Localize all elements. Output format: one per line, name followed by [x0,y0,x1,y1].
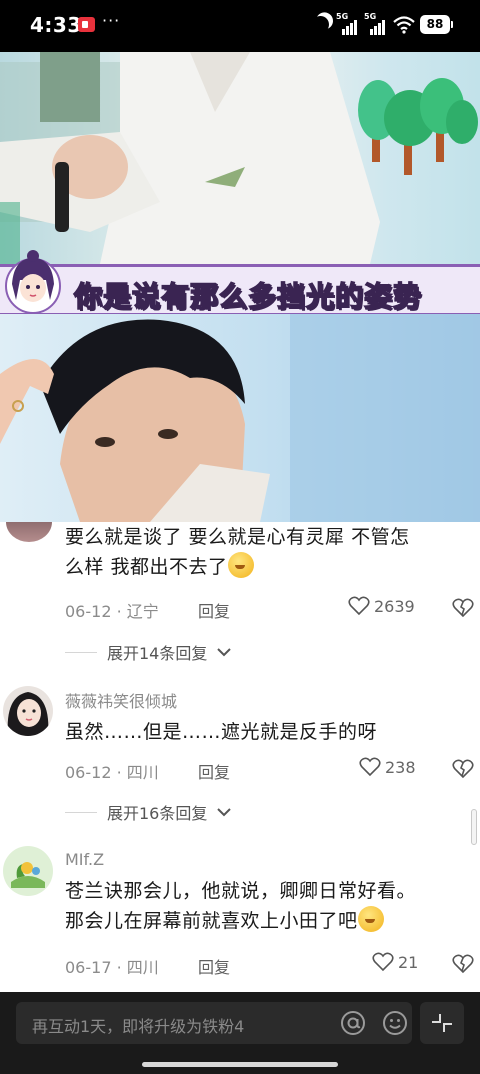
expand-replies-label: 展开16条回复 [107,804,208,823]
cartoon-girl-sticker [5,250,61,314]
broken-heart-icon[interactable] [452,758,474,780]
status-time: 4:33 [30,13,82,37]
video-player[interactable]: 你是说有那么多挡光的姿势 [0,52,480,522]
comment-location: 辽宁 [126,602,159,621]
comment-meta: 06-17 · 四川 [65,958,159,977]
divider [65,651,97,653]
comment-line-with-emoji: 么样 我都出不去了 [65,552,410,582]
comment-line: 虽然……但是……遮光就是反手的呀 [65,721,378,743]
broken-heart-icon[interactable] [452,953,474,975]
comment-line: 那会儿在屏幕前就喜欢上小田了吧 [65,910,358,932]
reply-button[interactable]: 回复 [198,598,230,622]
signal-label: 5G [364,12,377,21]
comment-line: 么样 我都出不去了 [65,556,228,578]
like-count: 2639 [374,596,415,616]
commenter-name[interactable]: 薇薇祎笑很倾城 [65,688,177,712]
comments-panel: 要么就是谈了 要么就是心有灵犀 不管怎 么样 我都出不去了 06-12 · 辽宁… [0,522,480,992]
expand-replies-button[interactable]: 展开14条回复 [65,640,232,664]
heart-icon [348,596,370,616]
emoji-icon [357,906,384,932]
comment-meta: 06-12 · 辽宁 [65,602,159,621]
like-button[interactable]: 2639 [348,596,415,616]
comment-date: 06-12 [65,763,112,782]
like-count: 21 [398,952,419,972]
video-scene-bottom [0,314,480,522]
chevron-down-icon [217,648,232,657]
avatar-image [3,686,53,736]
comment-input[interactable]: 再互动1天，即将升级为铁粉4 [16,1002,412,1044]
subtitle-banner: 你是说有那么多挡光的姿势 [0,264,480,316]
battery-indicator: 88 [420,15,453,34]
home-indicator[interactable] [142,1062,338,1067]
comment-date: 06-12 [65,602,112,621]
scrollbar-handle[interactable] [471,809,477,845]
tree-sticker-icon [358,78,478,175]
expand-replies-label: 展开14条回复 [107,644,208,663]
like-button[interactable]: 21 [372,952,418,972]
avatar[interactable] [3,846,53,896]
divider [65,811,97,813]
signal-icon: 5G [364,12,386,35]
collapse-button[interactable] [420,1002,464,1044]
emoji-icon [227,552,254,578]
avatar[interactable] [6,522,52,542]
video-scene-top [0,52,480,264]
reply-button[interactable]: 回复 [198,759,230,783]
moon-icon [310,14,332,36]
video-scene-person [0,314,480,522]
reply-button[interactable]: 回复 [198,954,230,978]
emoji-icon[interactable] [382,1010,408,1036]
commenter-name[interactable]: MIf.Z [65,850,104,869]
heart-icon [359,757,381,777]
like-button[interactable]: 238 [359,757,416,777]
comment-text[interactable]: 要么就是谈了 要么就是心有灵犀 不管怎 么样 我都出不去了 [65,522,410,582]
comment-line: 苍兰诀那会儿，他就说，卿卿日常好看。 [65,880,417,902]
like-count: 238 [385,757,416,777]
comment-location: 四川 [126,763,159,782]
video-subtitle: 你是说有那么多挡光的姿势 [73,279,423,314]
collapse-icon [432,1014,452,1032]
comment-meta: 06-12 · 四川 [65,763,159,782]
wifi-icon [393,16,415,34]
comment-location: 四川 [126,958,159,977]
recording-icon [78,17,95,32]
signal-icon: 5G [336,12,358,35]
comment-line: 要么就是谈了 要么就是心有灵犀 不管怎 [65,526,410,548]
avatar[interactable] [3,686,53,736]
heart-icon [372,952,394,972]
more-notifications-icon: ··· [102,11,121,30]
status-bar: 4:33 ··· 5G 5G 88 [0,0,480,52]
signal-label: 5G [336,12,349,21]
chevron-down-icon [217,808,232,817]
comment-text[interactable]: 虽然……但是……遮光就是反手的呀 [65,717,377,747]
comment-date: 06-17 [65,958,112,977]
broken-heart-icon[interactable] [452,597,474,619]
at-icon[interactable] [340,1010,366,1036]
comment-text[interactable]: 苍兰诀那会儿，他就说，卿卿日常好看。 那会儿在屏幕前就喜欢上小田了吧 [65,876,416,936]
expand-replies-button[interactable]: 展开16条回复 [65,800,232,824]
avatar-image [3,846,53,896]
comment-line-with-emoji: 那会儿在屏幕前就喜欢上小田了吧 [65,906,416,936]
comment-input-placeholder: 再互动1天，即将升级为铁粉4 [32,1017,245,1036]
